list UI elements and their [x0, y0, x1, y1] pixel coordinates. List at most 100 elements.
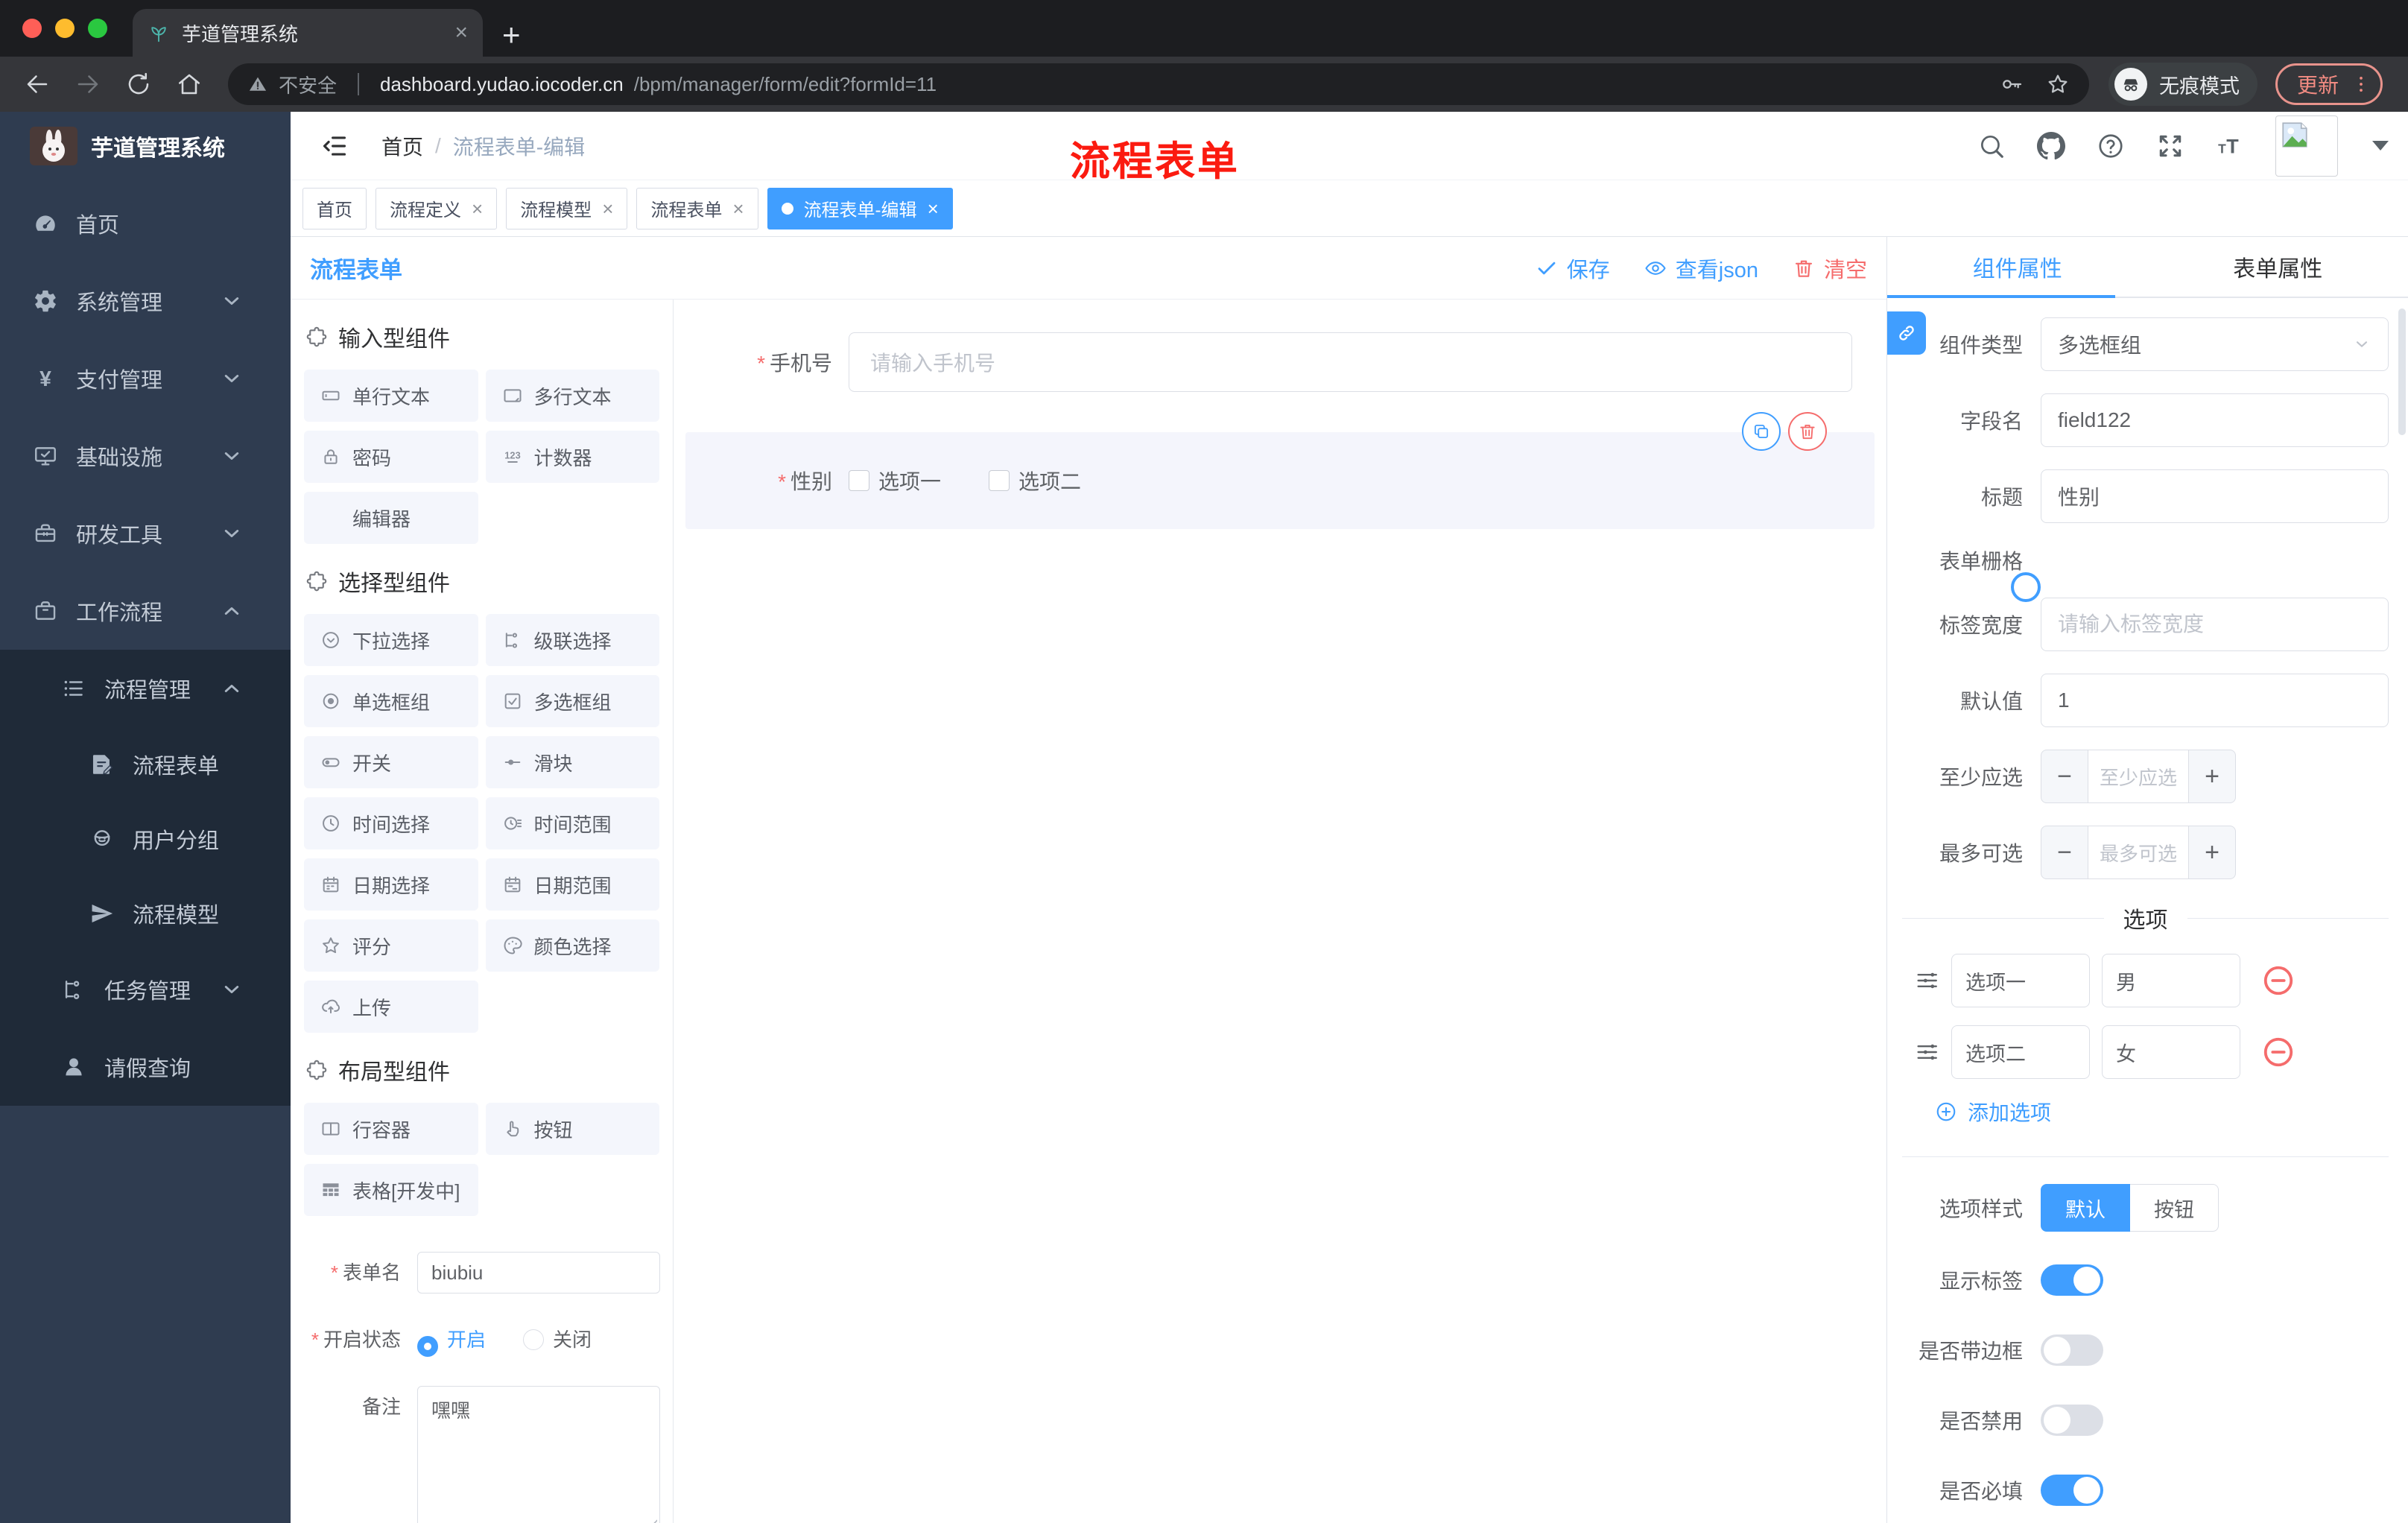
remove-option-button[interactable]: [2261, 963, 2295, 998]
plus-button[interactable]: +: [2189, 826, 2235, 878]
fullscreen-icon[interactable]: [2156, 132, 2184, 160]
palette-item[interactable]: 123 计数器: [485, 431, 659, 483]
palette-item[interactable]: 多行文本: [485, 370, 659, 422]
minus-button[interactable]: −: [2041, 750, 2088, 802]
palette-item[interactable]: 上传: [304, 981, 478, 1033]
palette-item[interactable]: 多选框组: [485, 675, 659, 727]
palette-item[interactable]: 时间范围: [485, 797, 659, 849]
traffic-lights[interactable]: [0, 0, 133, 57]
address-bar[interactable]: 不安全 dashboard.yudao.iocoder.cn /bpm/mana…: [228, 63, 2089, 105]
sidebar-item[interactable]: 研发工具: [0, 495, 291, 572]
palette-item[interactable]: 日期范围: [485, 858, 659, 911]
forward-icon[interactable]: [75, 71, 101, 98]
app-logo[interactable]: 芋道管理系统: [0, 112, 291, 180]
form-name-input[interactable]: [417, 1252, 660, 1294]
palette-item[interactable]: 按钮: [485, 1103, 659, 1155]
sidebar-item[interactable]: 流程表单: [0, 727, 291, 802]
palette-item[interactable]: 时间选择: [304, 797, 478, 849]
status-on-radio[interactable]: 开启: [417, 1319, 486, 1361]
back-icon[interactable]: [24, 71, 51, 98]
minus-button[interactable]: −: [2041, 826, 2088, 878]
view-json-button[interactable]: 查看json: [1644, 253, 1758, 284]
tags-view-tab[interactable]: 流程表单 ×: [636, 187, 758, 229]
close-window-button[interactable]: [22, 19, 42, 38]
not-secure-warning-icon[interactable]: [247, 74, 268, 95]
remove-option-button[interactable]: [2261, 1035, 2295, 1069]
palette-item[interactable]: 级联选择: [485, 614, 659, 666]
toggle-switch[interactable]: [2041, 1264, 2103, 1296]
field-name-input[interactable]: [2041, 393, 2389, 447]
reload-icon[interactable]: [125, 71, 152, 98]
phone-field-input[interactable]: 请输入手机号: [849, 332, 1852, 392]
palette-item[interactable]: 行容器: [304, 1103, 478, 1155]
form-remark-textarea[interactable]: 嘿嘿: [417, 1386, 660, 1523]
palette-item[interactable]: 单选框组: [304, 675, 478, 727]
new-tab-button[interactable]: +: [502, 19, 521, 51]
sidebar-item[interactable]: 系统管理: [0, 262, 291, 340]
label-width-input[interactable]: [2041, 598, 2389, 651]
option-value-input[interactable]: [2102, 1025, 2240, 1079]
sidebar-fold-icon[interactable]: [320, 132, 349, 160]
gender-option-2-checkbox[interactable]: 选项二: [989, 466, 1081, 495]
toggle-switch[interactable]: [2041, 1475, 2103, 1506]
option-label-input[interactable]: [1951, 1025, 2090, 1079]
canvas-field-gender-selected[interactable]: 性别 选项一 选项二: [685, 412, 1875, 529]
search-icon[interactable]: [1977, 132, 2006, 160]
dock-handle[interactable]: [1887, 311, 1926, 355]
palette-item[interactable]: 编辑器: [304, 492, 478, 544]
sidebar-item[interactable]: 请假查询: [0, 1028, 291, 1106]
plus-button[interactable]: +: [2189, 750, 2235, 802]
option-label-input[interactable]: [1951, 954, 2090, 1007]
sidebar-item[interactable]: 任务管理: [0, 951, 291, 1028]
help-icon[interactable]: [2097, 132, 2125, 160]
sidebar-item[interactable]: 流程管理: [0, 650, 291, 727]
font-size-icon[interactable]: TT: [2216, 132, 2244, 160]
palette-item[interactable]: 下拉选择: [304, 614, 478, 666]
option-value-input[interactable]: [2102, 954, 2240, 1007]
add-option-button[interactable]: 添加选项: [1887, 1097, 2389, 1127]
avatar[interactable]: [2275, 115, 2338, 177]
minimize-window-button[interactable]: [55, 19, 75, 38]
component-type-select[interactable]: 多选框组: [2041, 317, 2389, 371]
breadcrumb-home[interactable]: 首页: [381, 131, 423, 161]
palette-item[interactable]: 颜色选择: [485, 919, 659, 972]
tags-view-tab[interactable]: 流程定义 ×: [376, 187, 498, 229]
status-off-radio[interactable]: 关闭: [523, 1319, 592, 1361]
style-default-button[interactable]: 默认: [2041, 1184, 2130, 1232]
delete-component-button[interactable]: [1788, 412, 1827, 451]
palette-item[interactable]: 表格[开发中]: [304, 1164, 478, 1216]
palette-item[interactable]: 开关: [304, 736, 478, 788]
tag-close-icon[interactable]: ×: [928, 199, 939, 218]
palette-item[interactable]: 密码: [304, 431, 478, 483]
palette-item[interactable]: 滑块: [485, 736, 659, 788]
kebab-menu-icon[interactable]: [2351, 74, 2371, 95]
save-button[interactable]: 保存: [1536, 253, 1610, 284]
github-icon[interactable]: [2037, 131, 2065, 160]
tags-view-tab[interactable]: 流程表单-编辑 ×: [767, 187, 953, 229]
tags-view-tab[interactable]: 首页: [302, 187, 367, 229]
tag-close-icon[interactable]: ×: [472, 199, 483, 218]
home-icon[interactable]: [176, 71, 203, 98]
slider-handle[interactable]: [2011, 572, 2041, 602]
palette-item[interactable]: 日期选择: [304, 858, 478, 911]
tab-component-props[interactable]: 组件属性: [1887, 237, 2148, 298]
sidebar-item[interactable]: ¥ 支付管理: [0, 340, 291, 417]
toggle-switch[interactable]: [2041, 1405, 2103, 1436]
clear-button[interactable]: 清空: [1793, 253, 1867, 284]
sidebar-item[interactable]: 工作流程: [0, 572, 291, 650]
canvas-field-phone[interactable]: 手机号 请输入手机号: [674, 332, 1852, 392]
sidebar-item[interactable]: 基础设施: [0, 417, 291, 495]
browser-tab[interactable]: 芋道管理系统 ×: [133, 9, 483, 57]
min-select-stepper[interactable]: − 至少应选 +: [2041, 750, 2236, 803]
panel-scrollbar[interactable]: [2398, 308, 2406, 435]
sidebar-item[interactable]: 首页: [0, 185, 291, 262]
palette-item[interactable]: 评分: [304, 919, 478, 972]
zoom-window-button[interactable]: [88, 19, 107, 38]
title-input[interactable]: [2041, 469, 2389, 523]
style-button-button[interactable]: 按钮: [2130, 1184, 2219, 1232]
gender-option-1-checkbox[interactable]: 选项一: [849, 466, 941, 495]
browser-update-button[interactable]: 更新: [2275, 63, 2383, 105]
tab-close-icon[interactable]: ×: [454, 22, 468, 44]
avatar-caret-icon[interactable]: [2372, 141, 2389, 151]
bookmark-star-icon[interactable]: [2046, 72, 2070, 96]
